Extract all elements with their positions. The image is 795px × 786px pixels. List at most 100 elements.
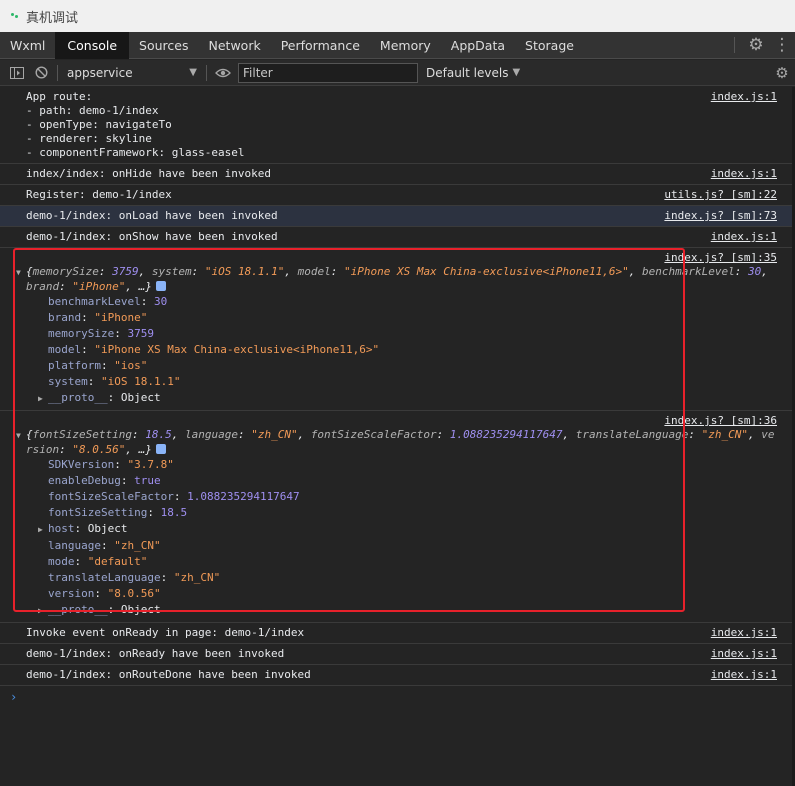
property-key: system bbox=[48, 375, 88, 388]
triangle-right-icon[interactable]: ▶ bbox=[38, 522, 48, 538]
property-colon: : bbox=[100, 359, 115, 372]
console-message: demo-1/index: onReady have been invoked i… bbox=[0, 644, 795, 665]
tab-performance[interactable]: Performance bbox=[271, 32, 370, 59]
property-key: mode bbox=[48, 555, 75, 568]
info-icon[interactable] bbox=[155, 444, 166, 454]
source-link[interactable]: index.js:1 bbox=[711, 230, 777, 244]
triangle-right-icon[interactable]: ▶ bbox=[38, 603, 48, 619]
summary-token: translateLanguage bbox=[575, 428, 689, 441]
devtools-tabs: Wxml Console Sources Network Performance Memo… bbox=[0, 32, 795, 59]
summary-token: fontSizeSetting bbox=[32, 428, 132, 441]
gear-icon[interactable]: ⚙ bbox=[771, 62, 793, 84]
source-link[interactable]: index.js:1 bbox=[711, 668, 777, 682]
property-colon: : bbox=[81, 343, 95, 356]
console-message: demo-1/index: onLoad have been invoked in… bbox=[0, 206, 795, 227]
sidebar-toggle-icon[interactable] bbox=[6, 62, 28, 84]
property-key: version bbox=[48, 587, 95, 600]
summary-token: , bbox=[747, 428, 762, 441]
summary-token: 30 bbox=[747, 265, 762, 278]
property-value: true bbox=[134, 474, 161, 487]
summary-token: : bbox=[688, 428, 702, 441]
summary-token: "zh_CN" bbox=[251, 428, 298, 441]
summary-token: model bbox=[297, 265, 331, 278]
eye-icon[interactable] bbox=[212, 62, 234, 84]
property-colon: : bbox=[94, 587, 108, 600]
object-property: model: "iPhone XS Max China-exclusive<iP… bbox=[26, 342, 777, 358]
filter-input[interactable] bbox=[238, 62, 418, 83]
gear-icon[interactable]: ⚙ bbox=[743, 32, 769, 58]
title-bar: 真机调试 bbox=[0, 0, 795, 32]
console-prompt[interactable]: › bbox=[0, 686, 795, 708]
property-value: Object bbox=[87, 522, 128, 535]
summary-token: 18.5 bbox=[145, 428, 172, 441]
property-key: fontSizeScaleFactor bbox=[48, 490, 174, 503]
property-colon: : bbox=[173, 490, 188, 503]
object-property: enableDebug: true bbox=[26, 473, 777, 489]
property-colon: : bbox=[74, 555, 88, 568]
tab-wxml[interactable]: Wxml bbox=[0, 32, 55, 59]
object-summary[interactable]: brand: "iPhone", …} bbox=[26, 280, 777, 294]
log-levels-label: Default levels bbox=[426, 65, 509, 80]
summary-token: "iPhone" bbox=[72, 280, 126, 293]
triangle-down-icon[interactable]: ▼ bbox=[16, 429, 26, 443]
tab-memory[interactable]: Memory bbox=[370, 32, 441, 59]
property-value: 1.088235294117647 bbox=[187, 490, 300, 503]
property-key: SDKVersion bbox=[48, 458, 115, 471]
property-value: 3759 bbox=[127, 327, 154, 340]
property-key: model bbox=[48, 343, 82, 356]
tab-appdata[interactable]: AppData bbox=[441, 32, 515, 59]
summary-token: : bbox=[98, 265, 113, 278]
tab-storage[interactable]: Storage bbox=[515, 32, 584, 59]
summary-token: : bbox=[59, 443, 73, 456]
summary-token: { bbox=[26, 428, 33, 441]
object-summary[interactable]: ▼ {fontSizeSetting: 18.5, language: "zh_C… bbox=[16, 428, 777, 443]
object-property: language: "zh_CN" bbox=[26, 538, 777, 554]
object-summary[interactable]: rsion: "8.0.56", …} bbox=[26, 443, 777, 457]
object-property[interactable]: ▶ __proto__: Object bbox=[26, 390, 777, 407]
console-object-message: index.js? [sm]:36 ▼ {fontSizeSetting: 18.5… bbox=[0, 411, 795, 623]
summary-token: : bbox=[330, 265, 344, 278]
source-link[interactable]: index.js? [sm]:73 bbox=[664, 209, 777, 223]
object-summary[interactable]: ▼ {memorySize: 3759, system: "iOS 18.1.1"… bbox=[16, 265, 777, 280]
source-link[interactable]: index.js:1 bbox=[711, 167, 777, 181]
console-output: App route: - path: demo-1/index - openType… bbox=[0, 87, 795, 786]
more-vert-icon[interactable]: ⋮ bbox=[769, 32, 795, 58]
summary-token: , bbox=[297, 428, 311, 441]
property-key: fontSizeSetting bbox=[48, 506, 148, 519]
source-link[interactable]: index.js? [sm]:35 bbox=[664, 251, 777, 265]
property-key: platform bbox=[48, 359, 101, 372]
summary-token: : bbox=[237, 428, 252, 441]
object-property: benchmarkLevel: 30 bbox=[26, 294, 777, 310]
summary-token: , bbox=[761, 265, 768, 278]
source-link[interactable]: utils.js? [sm]:22 bbox=[664, 188, 777, 202]
tab-network[interactable]: Network bbox=[199, 32, 271, 59]
summary-token: "iOS 18.1.1" bbox=[204, 265, 285, 278]
log-levels-select[interactable]: Default levels ▼ bbox=[426, 66, 520, 80]
toolbar-separator bbox=[206, 64, 207, 81]
clear-console-icon[interactable] bbox=[30, 62, 52, 84]
context-select[interactable]: appservice ▼ bbox=[63, 63, 201, 83]
tab-console[interactable]: Console bbox=[55, 32, 130, 59]
property-value: "ios" bbox=[114, 359, 148, 372]
object-property[interactable]: ▶ host: Object bbox=[26, 521, 777, 538]
triangle-right-icon[interactable]: ▶ bbox=[38, 391, 48, 407]
source-link[interactable]: index.js:1 bbox=[711, 90, 777, 104]
app-logo-icon bbox=[10, 11, 20, 21]
property-colon: : bbox=[114, 327, 128, 340]
summary-token: { bbox=[26, 265, 33, 278]
info-icon[interactable] bbox=[155, 281, 166, 291]
summary-token: : bbox=[131, 428, 146, 441]
object-property[interactable]: ▶ __proto__: Object bbox=[26, 602, 777, 619]
tab-sources[interactable]: Sources bbox=[129, 32, 198, 59]
property-colon: : bbox=[81, 311, 95, 324]
summary-token: memorySize bbox=[32, 265, 99, 278]
source-link[interactable]: index.js:1 bbox=[711, 626, 777, 640]
triangle-down-icon[interactable]: ▼ bbox=[16, 266, 26, 280]
summary-token: "iPhone XS Max China-exclusive<iPhone11,… bbox=[343, 265, 629, 278]
console-message-text: - openType: navigateTo bbox=[26, 118, 172, 131]
property-colon: : bbox=[100, 539, 115, 552]
source-link[interactable]: index.js? [sm]:36 bbox=[664, 414, 777, 428]
property-colon: : bbox=[74, 522, 88, 535]
source-link[interactable]: index.js:1 bbox=[711, 647, 777, 661]
console-message: App route: - path: demo-1/index - openType… bbox=[0, 87, 795, 164]
